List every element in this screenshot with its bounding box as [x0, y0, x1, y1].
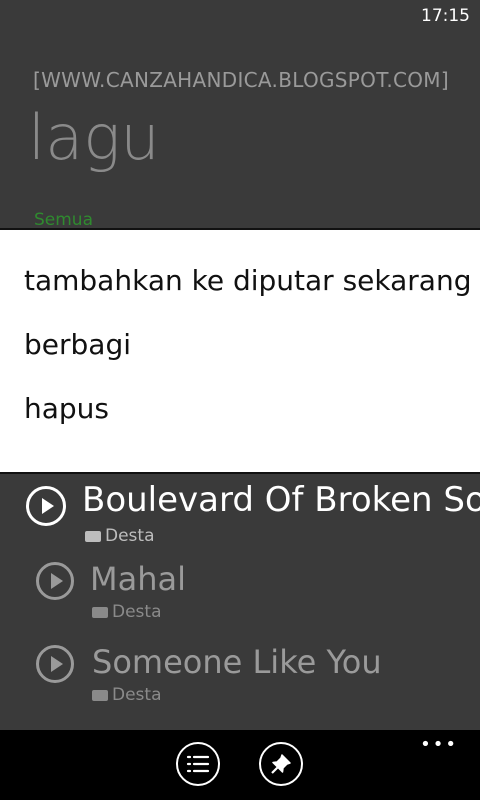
- pin-icon: [271, 754, 291, 774]
- play-icon[interactable]: [26, 486, 66, 526]
- song-item[interactable]: Boulevard Of Broken Son Desta: [0, 480, 480, 552]
- artist-label: Desta: [112, 602, 162, 622]
- menu-item-add-to-now-playing[interactable]: tambahkan ke diputar sekarang: [24, 264, 471, 297]
- song-artist: Desta: [92, 685, 162, 705]
- song-title: Mahal: [90, 560, 186, 598]
- playlist-button[interactable]: [176, 742, 220, 786]
- list-icon: [186, 755, 210, 773]
- artist-icon: [85, 530, 101, 542]
- more-options-button[interactable]: •••: [420, 734, 458, 755]
- play-icon[interactable]: [36, 562, 74, 600]
- menu-item-share[interactable]: berbagi: [24, 328, 131, 361]
- song-artist: Desta: [85, 526, 155, 546]
- song-title: Boulevard Of Broken Son: [82, 480, 480, 520]
- app-bar: •••: [0, 730, 480, 800]
- song-artist: Desta: [92, 602, 162, 622]
- artist-icon: [92, 606, 108, 618]
- context-menu: tambahkan ke diputar sekarang berbagi ha…: [0, 228, 480, 474]
- page-title: lagu: [28, 101, 160, 174]
- app-title: [WWW.CANZAHANDICA.BLOGSPOT.COM]: [33, 68, 449, 92]
- song-title: Someone Like You: [92, 643, 382, 681]
- artist-label: Desta: [112, 685, 162, 705]
- menu-item-delete[interactable]: hapus: [24, 392, 109, 425]
- pin-button[interactable]: [259, 742, 303, 786]
- artist-label: Desta: [105, 526, 155, 546]
- status-time: 17:15: [421, 6, 470, 26]
- artist-icon: [92, 689, 108, 701]
- play-icon[interactable]: [36, 645, 74, 683]
- pivot-item-semua[interactable]: Semua: [34, 210, 93, 230]
- song-item[interactable]: Someone Like You Desta: [0, 643, 480, 715]
- song-item[interactable]: Mahal Desta: [0, 560, 480, 632]
